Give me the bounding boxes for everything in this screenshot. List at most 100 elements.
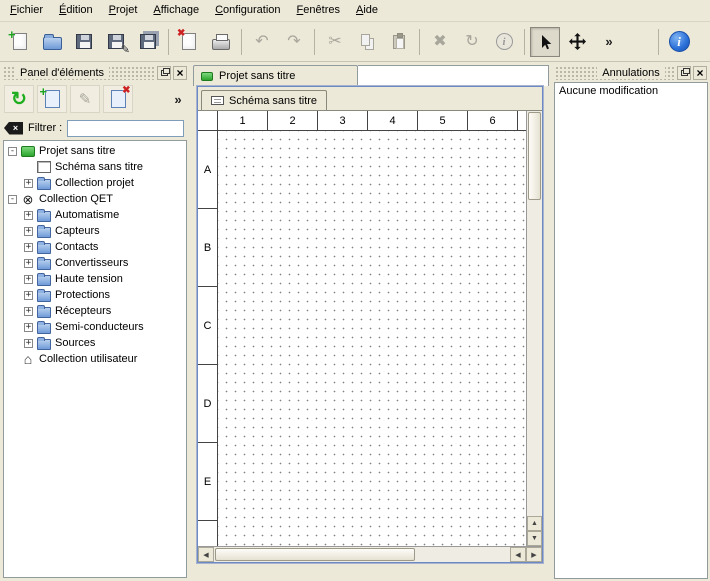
- new-document-button[interactable]: +: [5, 27, 35, 57]
- vertical-scroll-thumb[interactable]: [528, 112, 541, 200]
- pointer-arrow-icon: [537, 34, 553, 50]
- print-button[interactable]: [206, 27, 236, 57]
- scheme-tab-label: Schéma sans titre: [229, 95, 317, 107]
- float-dock-button[interactable]: [157, 66, 171, 80]
- expander[interactable]: +: [24, 307, 33, 316]
- tree-item-recepteurs[interactable]: + Récepteurs: [4, 303, 186, 319]
- elements-more-button[interactable]: »: [170, 85, 186, 113]
- scheme-icon: [211, 96, 224, 105]
- folder-icon: [37, 257, 51, 270]
- expander[interactable]: +: [24, 275, 33, 284]
- menu-configuration[interactable]: Configuration: [207, 1, 288, 20]
- close-document-button[interactable]: ✖: [174, 27, 204, 57]
- menu-fichier[interactable]: Fichier: [2, 1, 51, 20]
- close-dock-button[interactable]: ×: [173, 66, 187, 80]
- more-tools-button[interactable]: »: [594, 27, 624, 57]
- expander[interactable]: +: [24, 179, 33, 188]
- save-button[interactable]: [69, 27, 99, 57]
- paste-button[interactable]: [384, 27, 414, 57]
- tree-item-collection-qet[interactable]: - Collection QET: [4, 191, 186, 207]
- redo-button[interactable]: ↷: [279, 27, 309, 57]
- tree-item-sources[interactable]: + Sources: [4, 335, 186, 351]
- tree-item-collection-projet[interactable]: + Collection projet: [4, 175, 186, 191]
- delete-button[interactable]: ✖: [425, 27, 455, 57]
- elements-panel-titlebar[interactable]: Panel d'éléments ×: [3, 65, 187, 80]
- undo-history-titlebar[interactable]: Annulations ×: [555, 65, 707, 80]
- expander[interactable]: +: [24, 211, 33, 220]
- scroll-right-button[interactable]: ▶: [526, 547, 542, 562]
- elements-tree: - Projet sans titre Schéma sans titre + …: [3, 140, 187, 578]
- horizontal-scroll-thumb[interactable]: [215, 548, 415, 561]
- delete-element-button[interactable]: ✖: [103, 85, 133, 113]
- close-icon: ×: [176, 67, 183, 79]
- rotate-button[interactable]: ↻: [457, 27, 487, 57]
- filter-input[interactable]: [67, 120, 184, 137]
- tree-item-contacts[interactable]: + Contacts: [4, 239, 186, 255]
- scroll-left-button[interactable]: ◀: [198, 547, 214, 562]
- element-information-button[interactable]: i: [489, 27, 519, 57]
- tab-projet-sans-titre[interactable]: Projet sans titre: [193, 65, 358, 86]
- edit-element-button[interactable]: ✎: [70, 85, 100, 113]
- expander[interactable]: +: [24, 227, 33, 236]
- scheme-icon: [37, 161, 51, 174]
- new-element-button[interactable]: +: [37, 85, 67, 113]
- cut-button[interactable]: ✂: [320, 27, 350, 57]
- menu-affichage[interactable]: Affichage: [145, 1, 207, 20]
- tree-item-protections[interactable]: + Protections: [4, 287, 186, 303]
- scroll-up-button[interactable]: ▲: [527, 516, 542, 531]
- save-all-button[interactable]: [133, 27, 163, 57]
- expander[interactable]: +: [24, 291, 33, 300]
- expander[interactable]: -: [8, 147, 17, 156]
- row-label: D: [198, 365, 217, 443]
- tree-item-capteurs[interactable]: + Capteurs: [4, 223, 186, 239]
- arrow-left-icon: ◀: [515, 551, 520, 559]
- tree-item-automatisme[interactable]: + Automatisme: [4, 207, 186, 223]
- row-label: B: [198, 209, 217, 287]
- chevron-double-icon: »: [605, 35, 612, 48]
- project-window: Schéma sans titre 1 2 3 4 5 6: [197, 86, 543, 563]
- expander[interactable]: +: [24, 243, 33, 252]
- close-icon: ×: [696, 67, 703, 79]
- menu-bar: Fichier Édition Projet Affichage Configu…: [0, 0, 710, 22]
- menu-edition[interactable]: Édition: [51, 1, 101, 20]
- scroll-down-button[interactable]: ▼: [527, 531, 542, 546]
- tree-item-haute-tension[interactable]: + Haute tension: [4, 271, 186, 287]
- open-project-button[interactable]: [37, 27, 67, 57]
- tree-item-semi-conducteurs[interactable]: + Semi-conducteurs: [4, 319, 186, 335]
- close-dock-button[interactable]: ×: [693, 66, 707, 80]
- diagram-canvas[interactable]: [218, 131, 526, 546]
- vertical-scroll-track[interactable]: [527, 201, 542, 516]
- undo-history-list[interactable]: Aucune modification: [554, 82, 708, 579]
- menu-projet[interactable]: Projet: [101, 1, 146, 20]
- clear-filter-icon[interactable]: ×: [4, 122, 23, 135]
- scroll-left-button-2[interactable]: ◀: [510, 547, 526, 562]
- about-information-button[interactable]: i: [664, 27, 694, 57]
- tab-schema-sans-titre[interactable]: Schéma sans titre: [201, 90, 327, 110]
- column-label: 4: [368, 111, 418, 130]
- tree-item-project[interactable]: - Projet sans titre: [4, 143, 186, 159]
- move-tool-button[interactable]: [562, 27, 592, 57]
- save-as-button[interactable]: ✎: [101, 27, 131, 57]
- undo-button[interactable]: ↶: [247, 27, 277, 57]
- scheme-tab-bar: Schéma sans titre: [198, 87, 542, 110]
- float-dock-button[interactable]: [677, 66, 691, 80]
- menu-aide[interactable]: Aide: [348, 1, 386, 20]
- select-tool-button[interactable]: [530, 27, 560, 57]
- tree-item-collection-utilisateur[interactable]: Collection utilisateur: [4, 351, 186, 367]
- arrow-right-icon: ▶: [531, 551, 536, 559]
- copy-button[interactable]: [352, 27, 382, 57]
- folder-icon: [37, 241, 51, 254]
- expander[interactable]: +: [24, 339, 33, 348]
- expander[interactable]: -: [8, 195, 17, 204]
- menu-fenetres[interactable]: Fenêtres: [289, 1, 348, 20]
- save-all-icon: [140, 34, 156, 49]
- horizontal-scroll-track[interactable]: [416, 547, 510, 562]
- tree-item-convertisseurs[interactable]: + Convertisseurs: [4, 255, 186, 271]
- expander[interactable]: +: [24, 259, 33, 268]
- column-label: 1: [218, 111, 268, 130]
- expander[interactable]: +: [24, 323, 33, 332]
- paste-icon: [393, 35, 405, 49]
- reload-collections-button[interactable]: ↻: [4, 85, 34, 113]
- tree-item-scheme[interactable]: Schéma sans titre: [4, 159, 186, 175]
- toolbar-separator: [314, 29, 315, 55]
